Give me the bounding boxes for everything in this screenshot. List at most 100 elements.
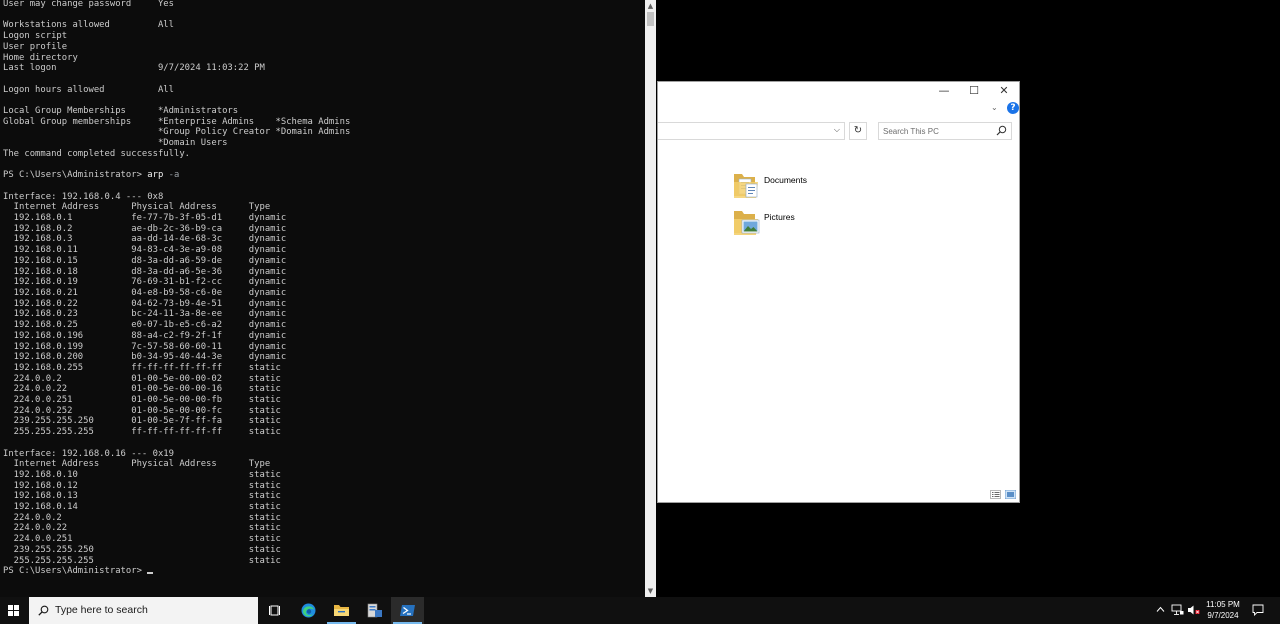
terminal-line: 192.168.0.13 static [3, 491, 281, 502]
scroll-down-arrow-icon[interactable]: ▼ [645, 585, 656, 597]
terminal-cursor [147, 572, 154, 575]
terminal-line: Last logon 9/7/2024 11:03:22 PM [3, 63, 265, 74]
terminal-line: *Group Policy Creator *Domain Admins [3, 127, 351, 138]
taskbar-file-explorer-button[interactable] [325, 597, 358, 624]
terminal-line: PS C:\Users\Administrator> [3, 566, 154, 577]
taskbar-powershell-button[interactable] [391, 597, 424, 624]
maximize-button[interactable]: ☐ [959, 82, 989, 100]
terminal-line: Interface: 192.168.0.16 --- 0x19 [3, 448, 174, 459]
search-box[interactable] [878, 122, 1012, 140]
terminal-line: 192.168.0.2 ae-db-2c-36-b9-ca dynamic [3, 223, 287, 234]
network-icon[interactable] [1171, 604, 1184, 616]
terminal-line: 192.168.0.25 e0-07-1b-e5-c6-a2 dynamic [3, 320, 287, 331]
file-explorer-window[interactable]: — ☐ ✕ ⌄ ? ⌵ ↻ Search This PC Documents P… [657, 81, 1020, 503]
terminal-line: 239.255.255.250 static [3, 544, 281, 555]
terminal-line: 224.0.0.251 01-00-5e-00-00-fb static [3, 395, 281, 406]
terminal-line: 192.168.0.23 bc-24-11-3a-8e-ee dynamic [3, 309, 287, 320]
terminal-line: User profile [3, 41, 68, 52]
system-clock[interactable]: 11:05 PM 9/7/2024 [1202, 599, 1244, 621]
address-bar[interactable]: ⌵ [658, 122, 845, 140]
desktop: User may change password Yes Workstation… [0, 0, 1280, 624]
minimize-button[interactable]: — [929, 82, 959, 100]
terminal-line: 224.0.0.2 01-00-5e-00-00-02 static [3, 373, 281, 384]
terminal-command: arp [147, 170, 164, 181]
terminal-line: The command completed successfully. [3, 148, 191, 159]
close-button[interactable]: ✕ [989, 82, 1019, 100]
powershell-window[interactable]: User may change password Yes Workstation… [0, 0, 656, 597]
edge-icon [301, 603, 316, 618]
terminal-command-argument: -a [163, 170, 180, 181]
server-manager-icon [367, 603, 382, 618]
terminal-line: 192.168.0.22 04-62-73-b9-4e-51 dynamic [3, 298, 287, 309]
folder-documents[interactable]: Documents [733, 170, 853, 202]
terminal-line: Internet Address Physical Address Type [3, 459, 271, 470]
terminal-line: Home directory [3, 52, 78, 63]
terminal-line: 255.255.255.255 ff-ff-ff-ff-ff-ff static [3, 427, 281, 438]
clock-time: 11:05 PM [1206, 600, 1240, 609]
chevron-down-icon[interactable]: ⌵ [834, 125, 840, 135]
terminal-line: 192.168.0.196 88-a4-c2-f9-2f-1f dynamic [3, 330, 287, 341]
taskbar-search-placeholder: Type here to search [55, 604, 148, 616]
terminal-line: Logon script [3, 31, 68, 42]
terminal-line: 224.0.0.22 01-00-5e-00-00-16 static [3, 384, 281, 395]
show-hidden-icons-chevron-up-icon[interactable] [1156, 605, 1165, 614]
task-view-icon [269, 605, 280, 616]
taskbar-search-box[interactable]: Type here to search [29, 597, 258, 624]
terminal-line: Logon hours allowed All [3, 84, 174, 95]
terminal-line: 192.168.0.3 aa-dd-14-4e-68-3c dynamic [3, 234, 287, 245]
terminal-line: User may change password Yes [3, 0, 174, 9]
folder-icon [334, 605, 349, 616]
windows-start-icon[interactable] [0, 597, 28, 624]
terminal-line: Workstations allowed All [3, 20, 174, 31]
task-view-button[interactable] [259, 597, 292, 624]
search-input[interactable] [883, 125, 993, 137]
terminal-line: 192.168.0.255 ff-ff-ff-ff-ff-ff static [3, 362, 281, 373]
terminal-prompt: PS C:\Users\Administrator> [3, 566, 148, 577]
terminal-line: *Domain Users [3, 138, 228, 149]
terminal-line: 192.168.0.1 fe-77-7b-3f-05-d1 dynamic [3, 213, 287, 224]
volume-muted-icon[interactable] [1187, 604, 1200, 616]
terminal-prompt: PS C:\Users\Administrator> [3, 170, 148, 181]
terminal-line: 192.168.0.10 static [3, 469, 281, 480]
terminal-line: Global Group memberships *Enterprise Adm… [3, 116, 351, 127]
terminal-line: Local Group Memberships *Administrators [3, 106, 239, 117]
terminal-line: 192.168.0.12 static [3, 480, 281, 491]
terminal-line: 192.168.0.14 static [3, 502, 281, 513]
terminal-line: 239.255.255.250 01-00-5e-7f-ff-fa static [3, 416, 281, 427]
scrollbar-thumb[interactable] [647, 12, 654, 26]
terminal-line: 224.0.0.251 static [3, 534, 281, 545]
terminal-line: PS C:\Users\Administrator> arp -a [3, 170, 179, 180]
terminal-line: 192.168.0.200 b0-34-95-40-44-3e dynamic [3, 352, 287, 363]
terminal-line: 192.168.0.15 d8-3a-dd-a6-59-de dynamic [3, 255, 287, 266]
terminal-line: 224.0.0.2 static [3, 512, 281, 523]
clock-date: 9/7/2024 [1207, 611, 1239, 620]
terminal-output[interactable]: User may change password Yes Workstation… [3, 0, 350, 577]
terminal-line: 255.255.255.255 static [3, 555, 281, 566]
terminal-line: 224.0.0.252 01-00-5e-00-00-fc static [3, 405, 281, 416]
notification-center-icon[interactable] [1252, 604, 1264, 616]
scroll-up-arrow-icon[interactable]: ▲ [645, 0, 656, 12]
terminal-line: 192.168.0.18 d8-3a-dd-a6-5e-36 dynamic [3, 266, 287, 277]
taskbar-edge-button[interactable] [292, 597, 325, 624]
terminal-scrollbar[interactable]: ▲ ▼ [645, 0, 656, 597]
terminal-line: 192.168.0.11 94-83-c4-3e-a9-08 dynamic [3, 245, 287, 256]
taskbar: Type here to search 11:05 PM 9/7/2024 [0, 597, 1280, 624]
terminal-line: 192.168.0.19 76-69-31-b1-f2-cc dynamic [3, 277, 287, 288]
terminal-line: 192.168.0.21 04-e8-b9-58-c6-0e dynamic [3, 287, 287, 298]
terminal-line: 192.168.0.199 7c-57-58-60-60-11 dynamic [3, 341, 287, 352]
large-icons-view-icon[interactable] [1005, 490, 1016, 499]
help-icon[interactable]: ? [1007, 102, 1019, 114]
taskbar-server-manager-button[interactable] [358, 597, 391, 624]
refresh-button[interactable]: ↻ [849, 122, 867, 140]
terminal-line: 224.0.0.22 static [3, 523, 281, 534]
powershell-icon [400, 605, 415, 616]
terminal-line: Internet Address Physical Address Type [3, 202, 271, 213]
documents-folder-icon [734, 174, 758, 198]
search-icon [38, 605, 49, 616]
folder-pictures[interactable]: Pictures [733, 207, 853, 239]
chevron-down-icon[interactable]: ⌄ [991, 103, 998, 112]
folder-label: Pictures [764, 212, 795, 222]
pictures-folder-icon [734, 211, 760, 235]
details-view-icon[interactable] [990, 490, 1001, 499]
search-icon[interactable] [996, 125, 1007, 136]
